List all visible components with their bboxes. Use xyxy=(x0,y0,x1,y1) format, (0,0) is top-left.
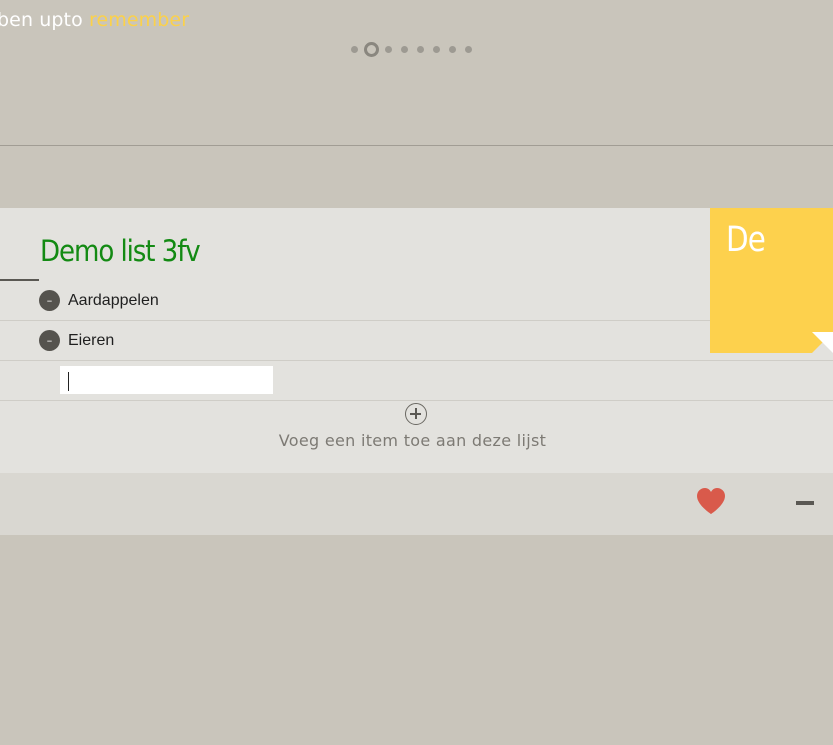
page-dot-3[interactable] xyxy=(385,45,392,53)
card-footer xyxy=(0,473,833,535)
new-item-input[interactable] xyxy=(60,366,273,394)
add-item-button[interactable] xyxy=(405,403,427,425)
page-dot-7[interactable] xyxy=(449,45,456,53)
list-title[interactable]: Demo list 3fv xyxy=(40,234,201,268)
app-title-accent: remember xyxy=(88,9,190,31)
list-card: Demo list 3fv – Aardappelen – Eieren Voe… xyxy=(0,208,833,473)
page-dot-1[interactable] xyxy=(351,45,358,53)
app-stage: ben upto remember Demo list 3fv – Aardap… xyxy=(0,0,833,745)
remove-item-button[interactable]: – xyxy=(39,330,60,351)
remove-item-button[interactable]: – xyxy=(39,290,60,311)
page-dot-8[interactable] xyxy=(465,45,472,53)
sticky-note[interactable]: De xyxy=(710,208,833,353)
page-dot-5[interactable] xyxy=(417,45,424,53)
page-curl-icon xyxy=(812,332,833,353)
heart-icon xyxy=(697,488,725,514)
text-caret xyxy=(68,372,69,391)
page-dot-6[interactable] xyxy=(433,45,440,53)
page-dot-4[interactable] xyxy=(401,45,408,53)
add-item-label[interactable]: Voeg een item toe aan deze lijst xyxy=(0,431,825,450)
list-item-label[interactable]: Eieren xyxy=(68,332,114,350)
app-title: ben upto remember xyxy=(0,9,189,31)
new-item-row xyxy=(0,361,833,401)
page-dot-2-active[interactable] xyxy=(364,41,379,57)
list-item: – Aardappelen xyxy=(0,281,833,321)
favorite-button[interactable] xyxy=(695,485,727,517)
header-divider xyxy=(0,145,833,146)
list-item-label[interactable]: Aardappelen xyxy=(68,292,159,310)
page-indicator xyxy=(351,41,481,57)
collapse-button[interactable] xyxy=(795,499,815,509)
list-item: – Eieren xyxy=(0,321,833,361)
app-title-prefix: ben upto xyxy=(0,9,83,31)
sticky-note-text: De xyxy=(726,220,766,260)
